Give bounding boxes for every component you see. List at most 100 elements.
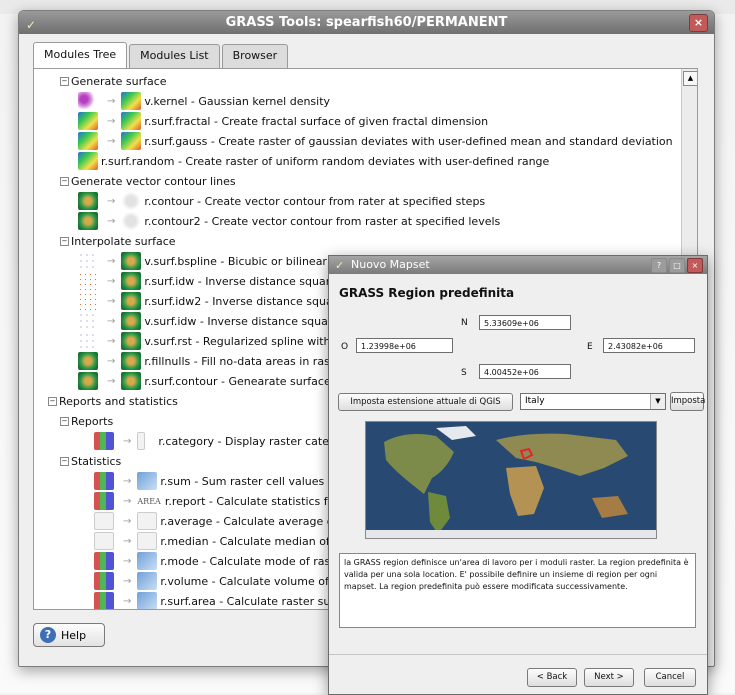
tab-modules-tree[interactable]: Modules Tree: [33, 42, 128, 69]
arrow-icon: →: [123, 595, 132, 607]
dialog-heading: GRASS Region predefinita: [339, 286, 515, 300]
surface-area-icon: [137, 592, 158, 609]
raster-heat-icon: [78, 152, 98, 170]
raster-points-icon: [78, 272, 98, 290]
arrow-icon: →: [107, 375, 116, 387]
tree-item[interactable]: → r.surf.idw - Inverse distance squarec: [78, 271, 343, 291]
tree-item[interactable]: → r.contour - Create vector contour from …: [78, 191, 485, 211]
arrow-icon: →: [123, 555, 132, 567]
dialog-close-button[interactable]: ×: [687, 258, 703, 273]
raster-stats-icon: [94, 592, 114, 609]
raster-heat-icon: [78, 112, 98, 130]
tree-item[interactable]: → r.volume - Calculate volume of data: [94, 571, 357, 591]
north-field[interactable]: 5.33609e+06: [479, 315, 571, 330]
collapse-icon[interactable]: −: [60, 456, 69, 466]
arrow-icon: →: [107, 95, 116, 107]
arrow-icon: →: [123, 495, 132, 507]
category-statistics[interactable]: − Statistics: [60, 451, 121, 471]
region-select[interactable]: Italy ▼: [520, 393, 666, 410]
tree-item[interactable]: → r.surf.fractal - Create fractal surface…: [78, 111, 488, 131]
help-title-button[interactable]: ?: [651, 258, 667, 273]
raster-points-icon: [78, 292, 98, 310]
set-region-button[interactable]: Imposta: [670, 392, 705, 411]
new-mapset-dialog: ✓ Nuovo Mapset ? □ × GRASS Region predef…: [328, 255, 708, 695]
window-title: GRASS Tools: spearfish60/PERMANENT: [225, 15, 508, 30]
arrow-icon: →: [123, 535, 132, 547]
contour-icon: [121, 192, 142, 210]
tree-item[interactable]: → r.surf.gauss - Create raster of gaussia…: [78, 131, 673, 151]
arrow-icon: →: [107, 275, 116, 287]
raster-grey-icon: [94, 532, 114, 550]
vector-points-icon: [78, 252, 98, 270]
arrow-icon: →: [107, 355, 116, 367]
tree-item[interactable]: → r.category - Display raster category: [94, 431, 354, 451]
category-reports[interactable]: − Reports: [60, 411, 113, 431]
collapse-icon[interactable]: −: [60, 76, 69, 86]
world-map[interactable]: [365, 421, 657, 539]
world-map-image: [366, 422, 656, 538]
raster-heat-icon: [121, 112, 142, 130]
category-generate-surface[interactable]: − Generate surface: [60, 71, 167, 91]
arrow-icon: →: [107, 115, 116, 127]
contour-map-icon: [78, 372, 98, 390]
south-field[interactable]: 4.00452e+06: [479, 364, 571, 379]
collapse-icon[interactable]: −: [60, 416, 69, 426]
tree-item[interactable]: → r.fillnulls - Fill no-data areas in ras…: [78, 351, 341, 371]
close-button[interactable]: ×: [689, 14, 708, 32]
west-label: O: [341, 342, 349, 352]
tab-browser[interactable]: Browser: [221, 44, 289, 68]
east-field[interactable]: 2.43082e+06: [603, 338, 695, 353]
tree-item[interactable]: → AREA r.report - Calculate statistics for…: [94, 491, 359, 511]
tree-item[interactable]: → v.surf.rst - Regularized spline with te: [78, 331, 345, 351]
vector-points-icon: [78, 92, 98, 110]
set-qgis-extent-button[interactable]: Imposta estensione attuale di QGIS: [338, 393, 513, 411]
arrow-icon: →: [123, 515, 132, 527]
help-button[interactable]: ? Help: [33, 623, 105, 647]
north-label: N: [461, 318, 468, 328]
arrow-icon: →: [107, 295, 116, 307]
tree-item[interactable]: r.surf.random - Create raster of uniform…: [78, 151, 549, 171]
arrow-icon: →: [107, 335, 116, 347]
west-field[interactable]: 1.23998e+06: [356, 338, 453, 353]
tree-item[interactable]: → r.surf.area - Calculate raster surface: [94, 591, 358, 609]
window-titlebar[interactable]: ✓ GRASS Tools: spearfish60/PERMANENT ×: [19, 11, 714, 34]
tree-item[interactable]: → r.mode - Calculate mode of raster v: [94, 551, 356, 571]
raster-grey-icon: [94, 512, 114, 530]
maximize-button[interactable]: □: [669, 258, 685, 273]
tree-item[interactable]: → r.surf.contour - Genearate surface fr: [78, 371, 343, 391]
raster-heat-icon: [121, 132, 142, 150]
text-output-icon: [137, 432, 146, 450]
area-icon: AREA: [137, 496, 161, 506]
dialog-title: Nuovo Mapset: [351, 258, 430, 271]
category-reports-statistics[interactable]: − Reports and statistics: [48, 391, 178, 411]
vector-points-icon: [78, 332, 98, 350]
tree-item[interactable]: → r.median - Calculate median of ra: [94, 531, 345, 551]
dialog-titlebar[interactable]: ✓ Nuovo Mapset ? □ ×: [329, 256, 707, 274]
raster-map-icon: [121, 252, 142, 270]
arrow-icon: →: [123, 475, 132, 487]
next-button[interactable]: Next >: [584, 668, 634, 687]
tree-item[interactable]: → r.contour2 - Create vector contour from…: [78, 211, 500, 231]
category-generate-contour[interactable]: − Generate vector contour lines: [60, 171, 236, 191]
category-interpolate[interactable]: − Interpolate surface: [60, 231, 176, 251]
raster-stats-icon: [94, 432, 114, 450]
raster-map-icon: [121, 312, 142, 330]
tree-item[interactable]: → r.sum - Sum raster cell values: [94, 471, 324, 491]
tree-item[interactable]: → v.surf.bspline - Bicubic or bilinear sp: [78, 251, 343, 271]
scroll-up-icon[interactable]: ▲: [683, 71, 697, 86]
collapse-icon[interactable]: −: [48, 396, 57, 406]
tree-item[interactable]: → r.surf.idw2 - Inverse distance square: [78, 291, 344, 311]
cancel-button[interactable]: Cancel: [644, 668, 696, 687]
chevron-down-icon[interactable]: ▼: [650, 394, 665, 409]
back-button[interactable]: < Back: [527, 668, 577, 687]
tree-item[interactable]: → v.kernel - Gaussian kernel density: [78, 91, 330, 111]
tree-item[interactable]: → v.surf.idw - Inverse distance squarec: [78, 311, 345, 331]
volume-icon: [137, 572, 158, 590]
contour-icon: [121, 212, 142, 230]
raster-stats-icon: [94, 492, 114, 510]
collapse-icon[interactable]: −: [60, 176, 69, 186]
collapse-icon[interactable]: −: [60, 236, 69, 246]
raster-map-icon: [78, 352, 98, 370]
tab-modules-list[interactable]: Modules List: [129, 44, 220, 68]
tree-item[interactable]: → r.average - Calculate average of ra: [94, 511, 352, 531]
